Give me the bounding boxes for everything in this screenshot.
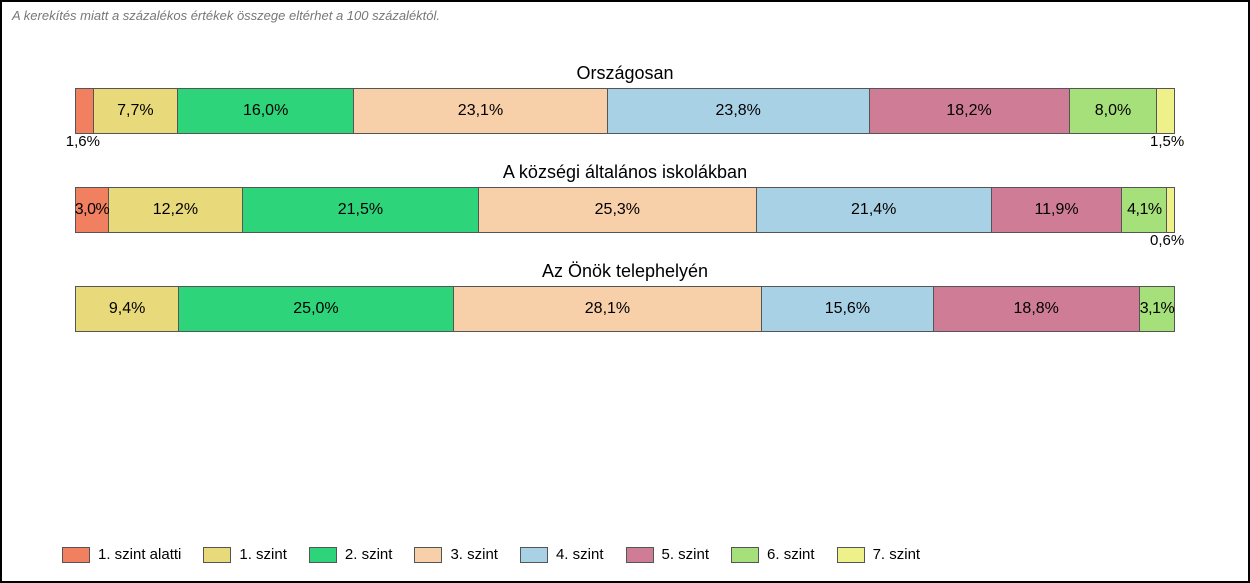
- segment-label: 4,1%: [1127, 201, 1161, 219]
- legend-item-l6: 6. szint: [731, 546, 815, 563]
- legend-label: 7. szint: [873, 546, 921, 563]
- legend-label: 4. szint: [556, 546, 604, 563]
- bar-group: A községi általános iskolákban 3,0% 12,2% 2…: [75, 162, 1175, 233]
- legend-item-l5: 5. szint: [626, 546, 710, 563]
- bar-group-title: Országosan: [75, 63, 1175, 84]
- segment-label: 21,5%: [338, 201, 383, 219]
- legend-swatch: [731, 547, 759, 563]
- legend-item-l4: 4. szint: [520, 546, 604, 563]
- bar-segment-l6: 3,1%: [1140, 287, 1174, 331]
- legend-item-l2: 2. szint: [309, 546, 393, 563]
- bar-segment-l1: 7,7%: [94, 89, 179, 133]
- legend-label: 1. szint: [239, 546, 287, 563]
- segment-label: 1,6%: [66, 133, 100, 150]
- segment-label: 16,0%: [243, 102, 288, 120]
- legend-swatch: [837, 547, 865, 563]
- bar-segment-l3: 28,1%: [454, 287, 763, 331]
- legend-label: 1. szint alatti: [98, 546, 181, 563]
- legend: 1. szint alatti 1. szint 2. szint 3. szint 4…: [62, 546, 1208, 563]
- bar-segment-l0: 1,6%: [76, 89, 94, 133]
- bar-segment-l2: 16,0%: [178, 89, 354, 133]
- bar-segment-l3: 23,1%: [354, 89, 608, 133]
- bar-segment-l2: 25,0%: [179, 287, 454, 331]
- legend-label: 3. szint: [450, 546, 498, 563]
- segment-label: 23,1%: [458, 102, 503, 120]
- chart-frame: A kerekítés miatt a százalékos értékek ö…: [0, 0, 1250, 583]
- bar-segment-l0: 3,0%: [76, 188, 109, 232]
- legend-label: 5. szint: [662, 546, 710, 563]
- bar-segment-l3: 25,3%: [479, 188, 757, 232]
- segment-label: 18,2%: [946, 102, 991, 120]
- bar-segment-l2: 21,5%: [243, 188, 479, 232]
- bar-segment-l4: 23,8%: [608, 89, 870, 133]
- legend-swatch: [62, 547, 90, 563]
- segment-label: 28,1%: [585, 300, 630, 318]
- stacked-bar: 3,0% 12,2% 21,5% 25,3% 21,4% 11,9% 4,1% 0,6%: [75, 187, 1175, 233]
- segment-label: 15,6%: [825, 300, 870, 318]
- segment-label: 21,4%: [851, 201, 896, 219]
- legend-item-l7: 7. szint: [837, 546, 921, 563]
- legend-item-l3: 3. szint: [414, 546, 498, 563]
- segment-label: 25,3%: [595, 201, 640, 219]
- segment-label: 3,1%: [1140, 300, 1174, 318]
- stacked-bar: 1,6% 7,7% 16,0% 23,1% 23,8% 18,2% 8,0% 1,5%: [75, 88, 1175, 134]
- segment-label: 0,6%: [1150, 232, 1184, 249]
- legend-swatch: [203, 547, 231, 563]
- legend-item-l1: 1. szint: [203, 546, 287, 563]
- segment-label: 7,7%: [117, 102, 153, 120]
- legend-item-l0: 1. szint alatti: [62, 546, 181, 563]
- bar-segment-l1: 12,2%: [109, 188, 243, 232]
- legend-label: 6. szint: [767, 546, 815, 563]
- bar-group: Az Önök telephelyén 9,4% 25,0% 28,1% 15,6% 18…: [75, 261, 1175, 332]
- segment-label: 18,8%: [1014, 300, 1059, 318]
- legend-swatch: [626, 547, 654, 563]
- bar-segment-l5: 18,8%: [934, 287, 1140, 331]
- legend-swatch: [309, 547, 337, 563]
- segment-label: 8,0%: [1095, 102, 1131, 120]
- legend-label: 2. szint: [345, 546, 393, 563]
- bar-segment-l1: 9,4%: [76, 287, 179, 331]
- stacked-bar-chart: Országosan 1,6% 7,7% 16,0% 23,1% 23,8% 18,2% 8,…: [75, 63, 1175, 332]
- segment-label: 23,8%: [716, 102, 761, 120]
- segment-label: 11,9%: [1034, 201, 1078, 219]
- segment-label: 12,2%: [153, 201, 198, 219]
- segment-label: 1,5%: [1150, 133, 1184, 150]
- bar-segment-l7: 0,6%: [1167, 188, 1174, 232]
- rounding-note: A kerekítés miatt a százalékos értékek ö…: [12, 8, 1238, 23]
- bar-segment-l5: 11,9%: [992, 188, 1123, 232]
- segment-label: 3,0%: [75, 201, 109, 219]
- bar-segment-l4: 15,6%: [762, 287, 933, 331]
- bar-segment-l5: 18,2%: [870, 89, 1070, 133]
- bar-group: Országosan 1,6% 7,7% 16,0% 23,1% 23,8% 18,2% 8,…: [75, 63, 1175, 134]
- legend-swatch: [520, 547, 548, 563]
- bar-group-title: A községi általános iskolákban: [75, 162, 1175, 183]
- segment-label: 9,4%: [109, 300, 145, 318]
- bar-segment-l4: 21,4%: [757, 188, 992, 232]
- bar-segment-l6: 8,0%: [1070, 89, 1158, 133]
- segment-label: 25,0%: [293, 300, 338, 318]
- bar-group-title: Az Önök telephelyén: [75, 261, 1175, 282]
- bar-segment-l6: 4,1%: [1122, 188, 1167, 232]
- bar-segment-l7: 1,5%: [1157, 89, 1173, 133]
- legend-swatch: [414, 547, 442, 563]
- stacked-bar: 9,4% 25,0% 28,1% 15,6% 18,8% 3,1%: [75, 286, 1175, 332]
